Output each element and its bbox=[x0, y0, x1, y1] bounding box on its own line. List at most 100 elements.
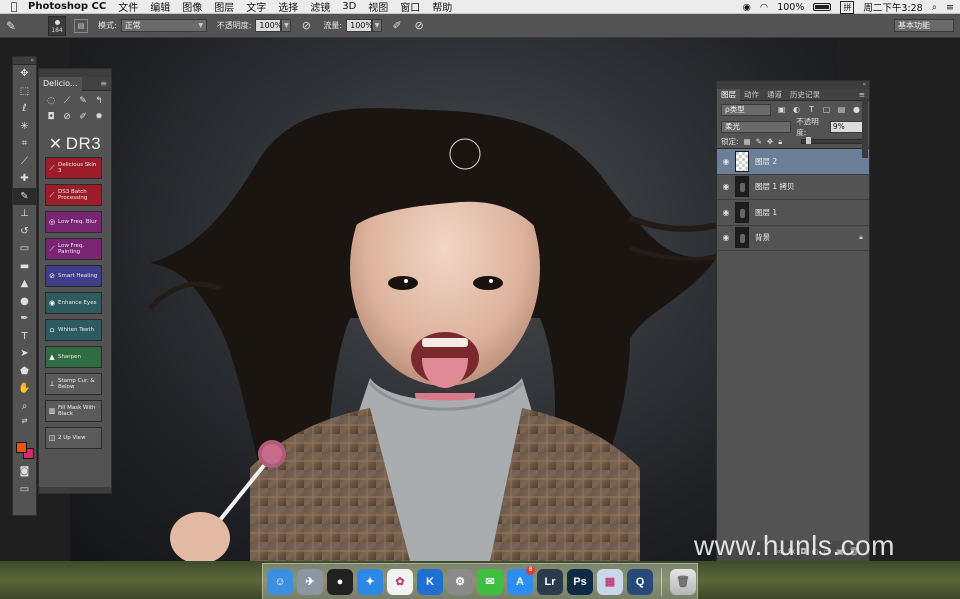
clone-stamp-tool-icon[interactable]: ⊥ bbox=[13, 205, 36, 223]
menu-edit[interactable]: 编辑 bbox=[150, 0, 170, 14]
opacity-field[interactable]: 100% bbox=[255, 19, 282, 32]
low-freq-blur-button[interactable]: ◎ Low Freq. Blur bbox=[45, 211, 102, 233]
crop-tool-icon[interactable]: ⌗ bbox=[13, 135, 36, 153]
tab-channels[interactable]: 通道 bbox=[763, 89, 786, 101]
pressure-size-icon[interactable]: ⊘ bbox=[412, 19, 426, 32]
visibility-eye-icon[interactable]: ◉ bbox=[717, 208, 735, 217]
brush-panel-icon[interactable]: ▤ bbox=[74, 18, 88, 33]
blend-mode-select[interactable]: 柔光 bbox=[721, 120, 792, 133]
layer-row[interactable]: ◉ 图层 1 bbox=[717, 200, 869, 226]
mode-select[interactable]: 正常 ▼ bbox=[120, 19, 207, 32]
hand-tool-icon[interactable]: ✋ bbox=[13, 380, 36, 398]
screen-mode-icon[interactable]: ▭ bbox=[13, 481, 36, 499]
enhance-eyes-button[interactable]: ◉ Enhance Eyes bbox=[45, 292, 102, 314]
delicious-skin-button[interactable]: ⟋ Delicious Skin 3 bbox=[45, 157, 102, 179]
foreground-color-swatch[interactable] bbox=[16, 442, 27, 453]
chat-icon[interactable]: ✉ bbox=[477, 568, 503, 595]
layer-opacity-field[interactable]: 9% bbox=[829, 120, 865, 133]
brush-icon[interactable]: ⟋ bbox=[59, 95, 75, 107]
history-brush-tool-icon[interactable]: ↺ bbox=[13, 223, 36, 241]
notification-center-icon[interactable]: ≡ bbox=[946, 2, 954, 13]
pen-icon[interactable]: ✐ bbox=[75, 111, 91, 123]
gear-icon[interactable]: ⚙ bbox=[447, 568, 473, 595]
lock-icon[interactable]: 🔒︎ bbox=[853, 233, 869, 242]
menu-layer[interactable]: 图层 bbox=[214, 0, 234, 14]
flow-field[interactable]: 100% bbox=[346, 19, 373, 32]
ds3-batch-button[interactable]: ⟋ DS3 Batch Processing bbox=[45, 184, 102, 206]
dodge-tool-icon[interactable]: ● bbox=[13, 293, 36, 311]
eyedropper-tool-icon[interactable]: ⟋ bbox=[13, 153, 36, 171]
low-freq-painting-button[interactable]: ⟋ Low Freq. Painting bbox=[45, 238, 102, 260]
lock-all-icon[interactable]: 🔒︎ bbox=[778, 137, 782, 147]
menu-image[interactable]: 图像 bbox=[182, 0, 202, 14]
compass-icon[interactable]: ✦ bbox=[357, 568, 383, 595]
visibility-eye-icon[interactable]: ◉ bbox=[717, 233, 735, 242]
lock-pixels-icon[interactable]: ✎ bbox=[756, 137, 762, 146]
gear-icon[interactable]: ✹ bbox=[91, 111, 107, 123]
menu-filter[interactable]: 滤镜 bbox=[310, 0, 330, 14]
pen-tool-icon[interactable]: ✒ bbox=[13, 310, 36, 328]
tab-layers[interactable]: 图层 bbox=[717, 88, 740, 101]
adjustment-filter-icon[interactable]: ◐ bbox=[792, 105, 801, 114]
tab-history[interactable]: 历史记录 bbox=[786, 89, 824, 101]
battery-icon[interactable] bbox=[813, 3, 832, 11]
clock[interactable]: 周二下午3:28 bbox=[863, 0, 922, 14]
swap-colors-icon[interactable]: ⇄ bbox=[13, 415, 36, 427]
tab-actions[interactable]: 动作 bbox=[740, 89, 763, 101]
tab-delicious[interactable]: Delicio... bbox=[39, 76, 82, 91]
path-selection-tool-icon[interactable]: ➤ bbox=[13, 345, 36, 363]
pressure-opacity-icon[interactable]: ⊘ bbox=[299, 19, 313, 32]
fill-slider[interactable] bbox=[801, 137, 865, 144]
filter-toggle-icon[interactable]: ● bbox=[852, 105, 861, 114]
shape-filter-icon[interactable]: ▢ bbox=[822, 105, 831, 114]
menu-view[interactable]: 视图 bbox=[368, 0, 388, 14]
k-icon[interactable]: K bbox=[417, 568, 443, 595]
input-method[interactable]: 拼 bbox=[840, 0, 855, 14]
menu-window[interactable]: 窗口 bbox=[400, 0, 420, 14]
pixel-filter-icon[interactable]: ▣ bbox=[777, 105, 786, 114]
marquee-tool-icon[interactable]: ⬚ bbox=[13, 83, 36, 101]
flow-dropdown[interactable]: ▼ bbox=[372, 19, 383, 32]
preview-icon[interactable]: ▦ bbox=[597, 568, 623, 595]
brush-tool-icon[interactable]: ✎ bbox=[13, 187, 36, 205]
app-store-icon[interactable]: A6 bbox=[507, 565, 535, 595]
penguin-icon[interactable]: ● bbox=[327, 568, 353, 595]
lasso-tool-icon[interactable]: ℓ bbox=[13, 100, 36, 118]
healing-brush-tool-icon[interactable]: ✚ bbox=[13, 170, 36, 188]
visibility-eye-icon[interactable]: ◉ bbox=[717, 157, 735, 166]
menu-select[interactable]: 选择 bbox=[278, 0, 298, 14]
visibility-eye-icon[interactable]: ◉ bbox=[717, 182, 735, 191]
eraser-tool-icon[interactable]: ▭ bbox=[13, 240, 36, 258]
sharpen-button[interactable]: ▲ Sharpen bbox=[45, 346, 102, 368]
quick-mask-icon[interactable]: ◙ bbox=[13, 463, 36, 481]
photoshop-icon[interactable]: Ps bbox=[567, 568, 593, 595]
smart-object-filter-icon[interactable]: ▤ bbox=[837, 105, 846, 114]
finder-icon[interactable]: ☺ bbox=[267, 568, 293, 595]
type-tool-icon[interactable]: T bbox=[13, 328, 36, 346]
layers-scrollbar[interactable] bbox=[862, 98, 868, 158]
zoom-tool-icon[interactable]: ⌕ bbox=[13, 398, 36, 416]
layer-row[interactable]: ◉ 图层 2 bbox=[717, 149, 869, 175]
menu-help[interactable]: 帮助 bbox=[432, 0, 452, 14]
menu-type[interactable]: 文字 bbox=[246, 0, 266, 14]
trash-icon[interactable]: 🗑︎ bbox=[670, 568, 696, 595]
menu-3d[interactable]: 3D bbox=[342, 1, 356, 12]
lock-transparency-icon[interactable]: ▦ bbox=[744, 137, 751, 146]
layer-row[interactable]: ◉ 图层 1 拷贝 bbox=[717, 175, 869, 200]
quicktime-icon[interactable]: Q bbox=[627, 568, 653, 595]
wifi-icon[interactable]: ◠ bbox=[760, 2, 768, 13]
two-up-view-button[interactable]: ◫ 2 Up View bbox=[45, 427, 102, 449]
smart-healing-button[interactable]: ⊘ Smart Healing bbox=[45, 265, 102, 287]
fill-mask-black-button[interactable]: ▥ Fill Mask With Black bbox=[45, 400, 102, 422]
lasso-icon[interactable]: ◌ bbox=[43, 95, 59, 107]
apple-icon[interactable]:  bbox=[0, 0, 28, 13]
eraser-icon[interactable]: ◘ bbox=[43, 111, 59, 123]
whiten-teeth-button[interactable]: ⩍ Whiten Teeth bbox=[45, 319, 102, 341]
brush-tool-icon[interactable]: ✎ bbox=[0, 19, 22, 33]
shape-tool-icon[interactable]: ⬟ bbox=[13, 363, 36, 381]
brush-small-icon[interactable]: ✎ bbox=[75, 95, 91, 107]
flower-icon[interactable]: ✿ bbox=[387, 568, 413, 595]
magic-wand-tool-icon[interactable]: ✳ bbox=[13, 118, 36, 136]
stamp-current-below-button[interactable]: ⊥ Stamp Cur. & Below bbox=[45, 373, 102, 395]
workspace-select[interactable]: 基本功能 bbox=[894, 19, 954, 32]
